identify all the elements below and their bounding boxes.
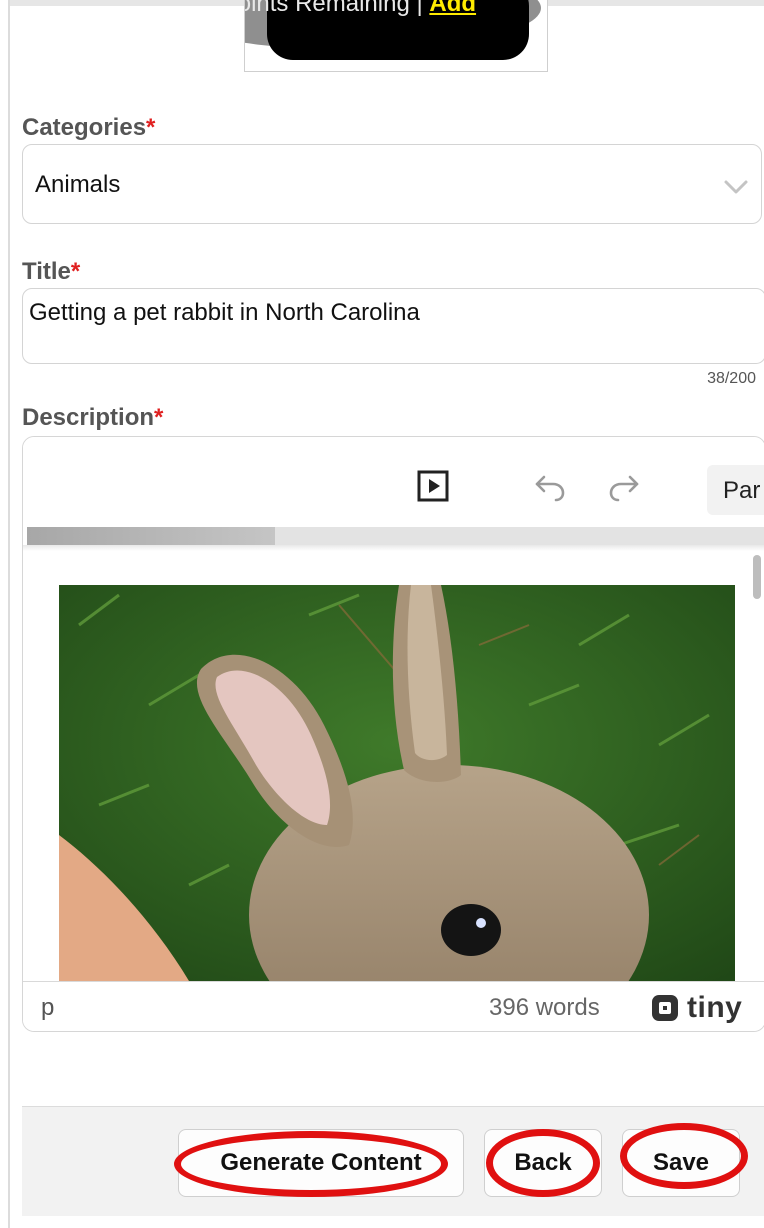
banner-separator: | (416, 0, 423, 17)
title-label: Title* (22, 258, 80, 286)
description-label-text: Description (22, 404, 155, 431)
points-banner: 399 Points Remaining | Add (244, 0, 548, 72)
back-button[interactable]: Back (484, 1129, 602, 1197)
paragraph-format-label: Par (723, 477, 761, 504)
description-editor: Par p 396 words tiny (22, 436, 764, 1032)
toolbar-scrollbar-thumb[interactable] (27, 527, 275, 545)
rabbit-photo[interactable] (59, 585, 735, 981)
editor-status-bar: p 396 words tiny (23, 981, 764, 1031)
redo-icon[interactable] (607, 471, 641, 503)
editor-toolbar: Par (23, 437, 764, 545)
tiny-brand-text: tiny (687, 991, 743, 1024)
tiny-logo[interactable]: tiny (649, 990, 742, 1026)
categories-label: Categories* (22, 114, 155, 142)
categories-select[interactable]: Animals (22, 144, 762, 224)
word-count[interactable]: 396 words (489, 994, 600, 1022)
media-embed-icon[interactable] (417, 470, 449, 502)
undo-icon[interactable] (533, 471, 567, 503)
action-footer: Generate Content Back Save (22, 1106, 764, 1216)
paragraph-format-select[interactable]: Par (707, 465, 764, 515)
title-label-text: Title (22, 258, 71, 285)
required-mark: * (146, 114, 156, 141)
left-edge (0, 0, 10, 1228)
required-mark: * (154, 404, 164, 431)
generate-content-button[interactable]: Generate Content (178, 1129, 464, 1197)
add-points-link[interactable]: Add (429, 0, 476, 17)
element-path[interactable]: p (41, 994, 54, 1022)
points-remaining: 399 Points Remaining (245, 0, 410, 17)
tiny-brand-icon (652, 995, 678, 1021)
categories-selected-value: Animals (35, 171, 121, 198)
save-button[interactable]: Save (622, 1129, 740, 1197)
points-remaining-text: 399 Points Remaining | Add (245, 0, 476, 18)
required-mark: * (70, 258, 81, 285)
title-char-count: 38/200 (707, 370, 756, 387)
categories-label-text: Categories (22, 114, 147, 141)
chevron-down-icon (724, 180, 748, 194)
toolbar-scrollbar[interactable] (27, 527, 764, 545)
content-scrollbar[interactable] (753, 555, 761, 599)
title-value: Getting a pet rabbit in North Carolina (29, 299, 420, 326)
title-input[interactable]: Getting a pet rabbit in North Carolina (22, 288, 764, 364)
description-label: Description* (22, 404, 163, 432)
